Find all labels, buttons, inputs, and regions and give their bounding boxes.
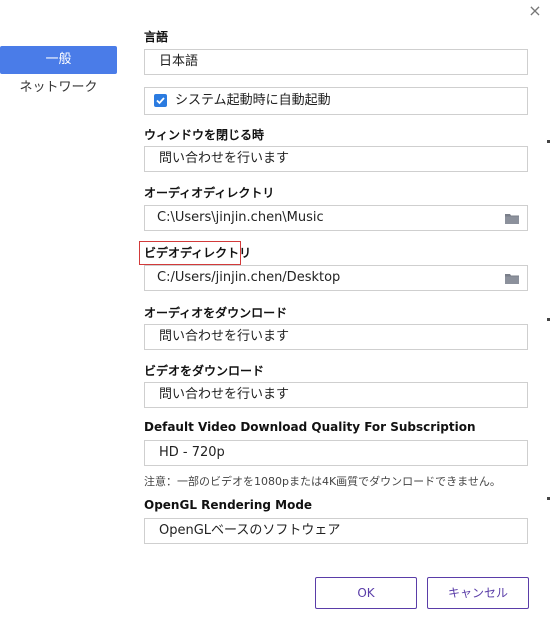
- folder-icon[interactable]: [505, 273, 519, 284]
- video-dir-label: ビデオディレクトリ: [144, 246, 252, 260]
- default-quality-select[interactable]: HD - 720p: [144, 440, 528, 466]
- sidebar-item-general[interactable]: 一般: [0, 46, 117, 74]
- opengl-select[interactable]: OpenGLベースのソフトウェア: [144, 518, 528, 544]
- language-select[interactable]: 日本語: [144, 49, 528, 75]
- video-download-label: ビデオをダウンロード: [144, 364, 265, 378]
- auto-start-label: システム起動時に自動起動: [175, 93, 331, 108]
- video-download-select[interactable]: 問い合わせを行います: [144, 382, 528, 408]
- video-dir-value: C:/Users/jinjin.chen/Desktop: [157, 270, 341, 285]
- audio-download-label: オーディオをダウンロード: [144, 306, 288, 320]
- close-window-label: ウィンドウを閉じる時: [144, 128, 265, 142]
- default-quality-value: HD - 720p: [159, 445, 225, 460]
- audio-download-value: 問い合わせを行います: [159, 329, 290, 344]
- checkbox-checked-icon[interactable]: [154, 94, 167, 107]
- ok-button[interactable]: OK: [315, 577, 417, 609]
- opengl-label: OpenGL Rendering Mode: [144, 498, 313, 512]
- opengl-value: OpenGLベースのソフトウェア: [159, 523, 341, 538]
- audio-dir-field[interactable]: C:\Users\jinjin.chen\Music: [144, 205, 528, 231]
- folder-icon[interactable]: [505, 213, 519, 224]
- language-label: 言語: [144, 30, 169, 44]
- close-window-select[interactable]: 問い合わせを行います: [144, 146, 528, 172]
- cancel-button[interactable]: キャンセル: [427, 577, 529, 609]
- sidebar: 一般 ネットワーク: [0, 0, 134, 618]
- audio-dir-label: オーディオディレクトリ: [144, 186, 275, 200]
- audio-dir-value: C:\Users\jinjin.chen\Music: [157, 210, 324, 225]
- close-icon[interactable]: ×: [526, 2, 544, 20]
- quality-note: 注意：一部のビデオを1080pまたは4K画質でダウンロードできません。: [144, 475, 501, 488]
- video-download-value: 問い合わせを行います: [159, 387, 290, 402]
- language-value: 日本語: [159, 54, 199, 69]
- video-dir-field[interactable]: C:/Users/jinjin.chen/Desktop: [144, 265, 528, 291]
- audio-download-select[interactable]: 問い合わせを行います: [144, 324, 528, 350]
- default-quality-label: Default Video Download Quality For Subsc…: [144, 420, 476, 434]
- close-window-value: 問い合わせを行います: [159, 151, 290, 166]
- auto-start-checkbox-row[interactable]: システム起動時に自動起動: [144, 87, 528, 115]
- sidebar-item-network[interactable]: ネットワーク: [0, 74, 117, 102]
